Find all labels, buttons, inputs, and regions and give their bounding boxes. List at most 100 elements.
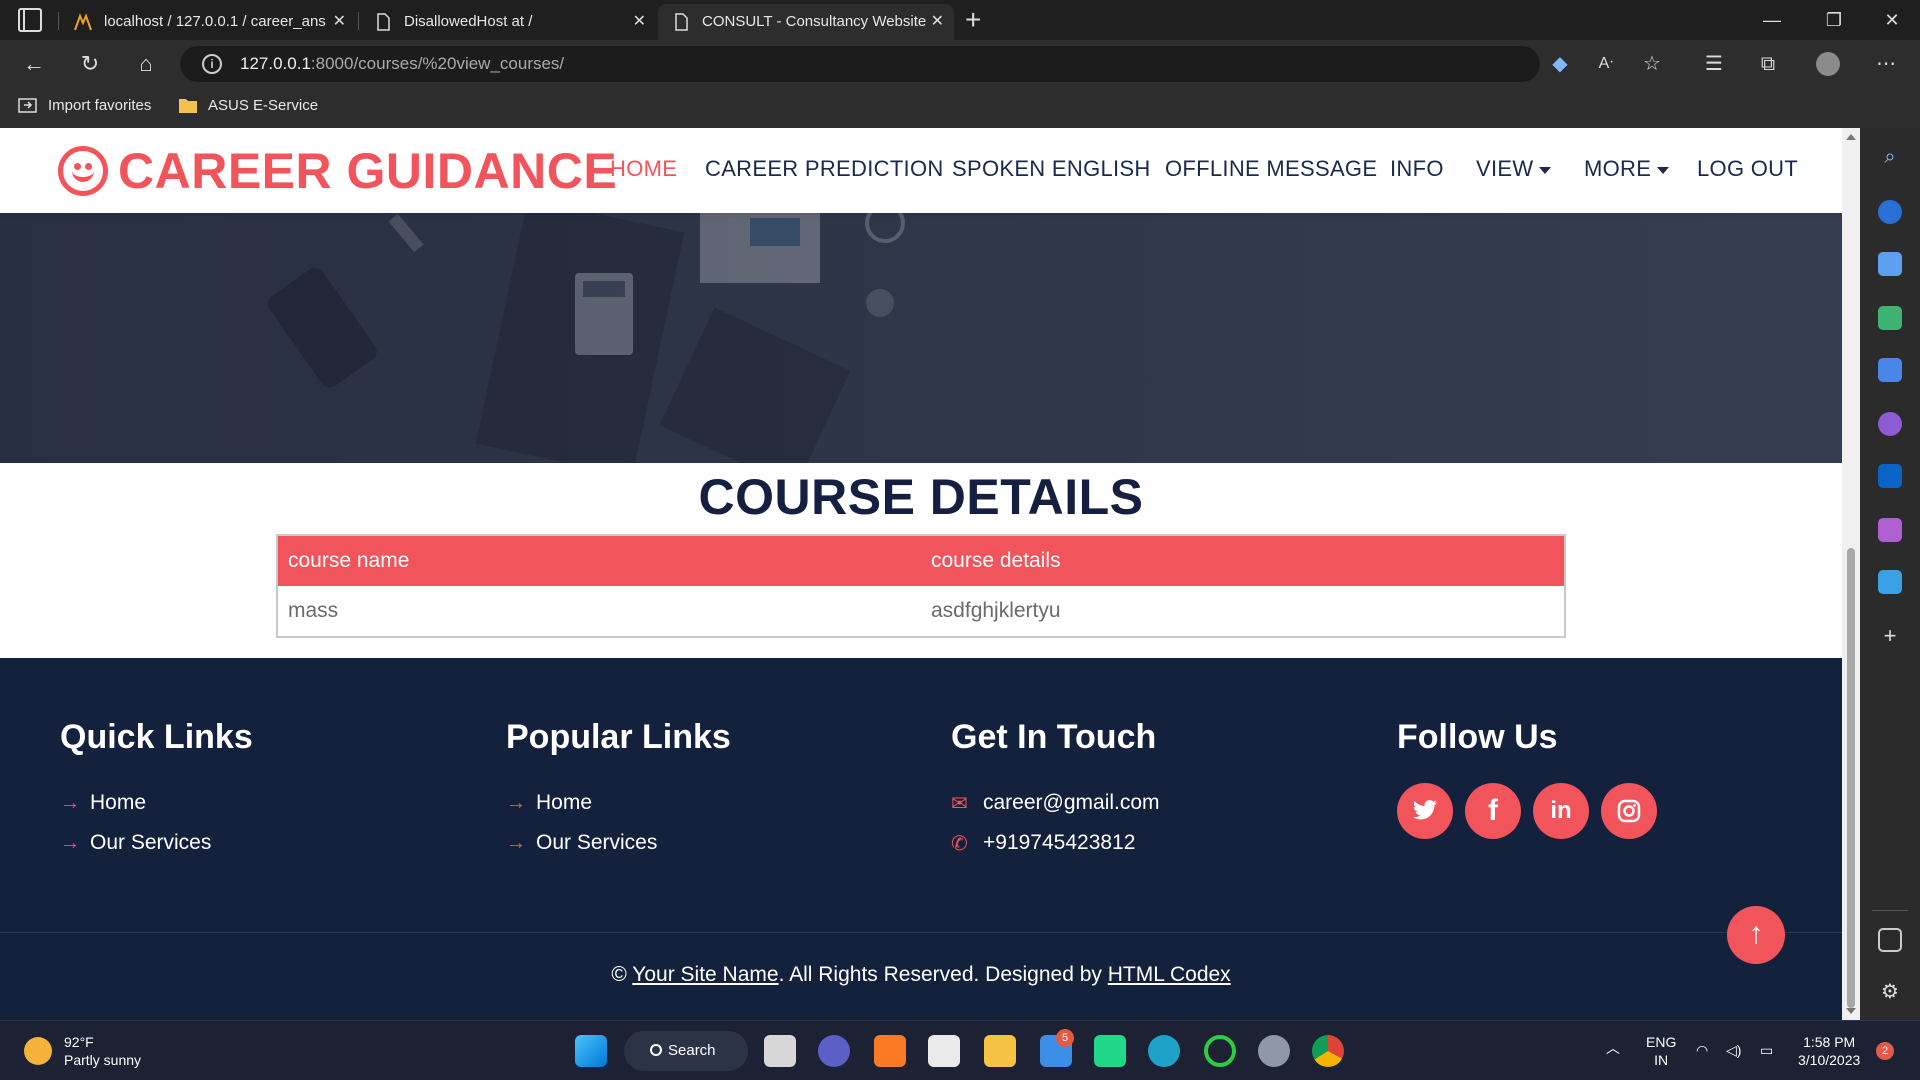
nav-career-prediction[interactable]: CAREER PREDICTION [705,156,944,182]
favorites-icon[interactable]: ☰ [1702,52,1726,76]
asus-eservice-link[interactable]: ASUS E-Service [178,88,318,124]
bing-icon[interactable] [1878,200,1902,224]
info-icon[interactable]: i [202,54,222,74]
notification-badge[interactable]: 2 [1876,1042,1894,1060]
volume-icon[interactable]: ◁) [1726,1041,1741,1059]
tools-icon[interactable] [1878,306,1902,330]
contact-phone[interactable]: ✆ +919745423812 [951,823,1160,863]
language-indicator[interactable]: ENG IN [1646,1033,1676,1069]
settings-app-icon[interactable] [1258,1035,1290,1067]
scroll-up-icon[interactable] [1846,134,1856,140]
table-cell: mass [277,586,921,637]
taskbar-search[interactable]: Search [624,1031,748,1071]
send-icon[interactable] [1878,570,1902,594]
nav-offline-message[interactable]: OFFLINE MESSAGE [1165,156,1377,182]
teams-chat-icon[interactable] [818,1035,850,1067]
shopping-icon[interactable] [1878,252,1902,276]
home-icon[interactable]: ⌂ [130,48,162,80]
page-scrollbar[interactable] [1842,128,1860,1020]
add-favorite-icon[interactable]: ☆ [1640,52,1664,76]
tab-phpmyadmin[interactable]: localhost / 127.0.0.1 / career_ans ✕ [60,4,356,40]
nav-logout[interactable]: LOG OUT [1697,156,1798,182]
footer-link-services[interactable]: → Our Services [506,823,731,863]
refresh-icon[interactable]: ↻ [74,48,106,80]
site-navbar: CAREER GUIDANCE HOME CAREER PREDICTION S… [0,128,1842,213]
battery-icon[interactable]: ▭ [1760,1041,1773,1059]
brand-logo[interactable]: CAREER GUIDANCE [58,143,617,199]
scroll-down-icon[interactable] [1846,1008,1856,1014]
nav-home[interactable]: HOME [610,156,677,182]
pycharm-icon[interactable] [1094,1035,1126,1067]
footer-link-home[interactable]: → Home [60,783,253,823]
weather-temp: 92°F [64,1034,94,1050]
folder-icon [179,99,197,113]
back-to-top-button[interactable]: ↑ [1727,906,1785,964]
linkedin-icon[interactable]: in [1533,783,1589,839]
minimize-icon[interactable]: — [1744,0,1800,40]
close-icon[interactable]: ✕ [931,4,944,40]
footer-link-services[interactable]: → Our Services [60,823,253,863]
wifi-icon[interactable]: ◠ [1696,1041,1708,1059]
contact-email[interactable]: ✉ career@gmail.com [951,783,1160,823]
designer-icon[interactable] [1878,518,1902,542]
tab-disallowedhost[interactable]: DisallowedHost at / ✕ [360,4,656,40]
settings-icon[interactable]: ⚙ [1878,980,1902,1004]
back-icon[interactable]: ← [18,48,50,80]
outlook-icon[interactable] [1878,464,1902,488]
favorite-label: ASUS E-Service [208,97,319,114]
nav-more[interactable]: MORE [1584,156,1670,182]
add-icon[interactable]: + [1878,624,1902,648]
footer-heading: Quick Links [60,718,253,756]
quick-links-section: Quick Links → Home → Our Services [60,718,253,863]
nav-spoken-english[interactable]: SPOKEN ENGLISH [952,156,1151,182]
scrollbar-thumb[interactable] [1847,548,1855,1008]
site-name-link[interactable]: Your Site Name [632,963,778,986]
instagram-icon[interactable] [1601,783,1657,839]
table-row: mass asdfghjklertyu [277,586,1565,637]
games-icon[interactable] [1878,358,1902,382]
more-menu-icon[interactable]: ⋯ [1874,52,1898,76]
nav-info[interactable]: INFO [1390,156,1444,182]
web-page: CAREER GUIDANCE HOME CAREER PREDICTION S… [0,128,1842,1020]
import-favorites-link[interactable]: Import favorites [18,88,151,124]
tab-actions-icon[interactable] [18,8,42,32]
close-icon[interactable]: ✕ [633,4,646,40]
address-bar[interactable]: i 127.0.0.1:8000/courses/%20view_courses… [180,46,1540,82]
clock[interactable]: 1:58 PM 3/10/2023 [1798,1033,1860,1069]
footer-link-home[interactable]: → Home [506,783,731,823]
close-window-icon[interactable]: ✕ [1864,0,1920,40]
task-view-icon[interactable] [764,1035,796,1067]
chrome-icon[interactable] [1312,1035,1344,1067]
time-text: 1:58 PM [1803,1034,1856,1050]
twitter-icon[interactable] [1397,783,1453,839]
edge-icon[interactable] [1148,1035,1180,1067]
collections-icon[interactable]: ⧉ [1756,52,1780,76]
restore-icon[interactable]: ❐ [1806,0,1862,40]
hide-sidebar-icon[interactable] [1878,928,1902,952]
nav-view[interactable]: VIEW [1476,156,1552,182]
xampp-icon[interactable] [874,1035,906,1067]
envelope-icon: ✉ [951,792,968,815]
show-hidden-icons[interactable]: ︿ [1606,1039,1620,1057]
file-explorer-icon[interactable] [984,1035,1016,1067]
new-tab-icon[interactable]: + [965,2,981,38]
weather-widget[interactable]: 92°F Partly sunny [24,1033,141,1069]
phone-text: +919745423812 [983,831,1136,854]
url-text[interactable]: 127.0.0.1:8000/courses/%20view_courses/ [240,46,564,82]
designer-link[interactable]: HTML Codex [1108,963,1231,986]
phone-icon: ✆ [951,832,968,855]
search-icon[interactable]: ⌕ [1878,146,1902,170]
copyright-symbol: © [611,963,627,986]
footer-divider [0,932,1842,933]
coupon-tag-icon[interactable]: ◆ [1548,52,1572,76]
tab-consult[interactable]: CONSULT - Consultancy Website ✕ [658,4,954,40]
store-icon[interactable] [928,1035,960,1067]
start-icon[interactable] [575,1035,607,1067]
copilot-icon[interactable] [1878,412,1902,436]
profile-avatar[interactable] [1816,52,1840,76]
close-icon[interactable]: ✕ [333,4,346,40]
app-ring-icon[interactable] [1204,1035,1236,1067]
read-aloud-icon[interactable]: Aᐧ [1594,52,1618,76]
facebook-icon[interactable]: f [1465,783,1521,839]
follow-section: Follow Us f in [1397,718,1657,839]
